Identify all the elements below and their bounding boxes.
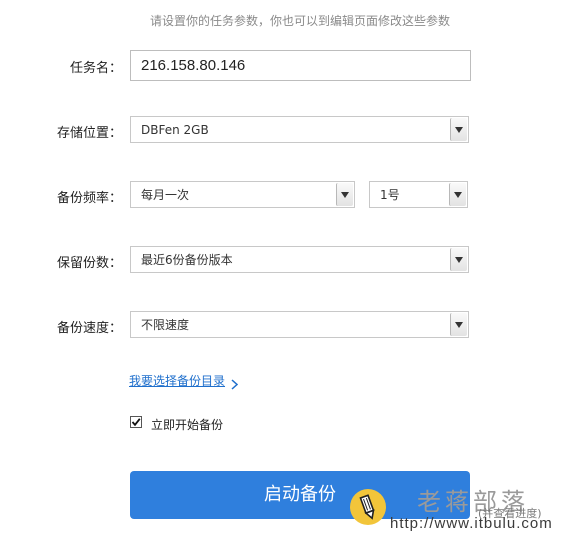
storage-select-value: DBFen 2GB — [141, 123, 209, 137]
speed-select[interactable]: 不限速度 — [130, 311, 469, 338]
start-now-label: 立即开始备份 — [151, 418, 224, 432]
frequency-period-value: 每月一次 — [141, 188, 190, 202]
storage-label: 存储位置： — [56, 126, 122, 141]
task-name-input[interactable] — [130, 50, 471, 81]
start-now-checkbox[interactable] — [130, 416, 142, 428]
dropdown-arrow-icon[interactable] — [450, 118, 467, 141]
retention-select-value: 最近6份备份版本 — [141, 253, 233, 267]
dropdown-arrow-icon[interactable] — [450, 313, 467, 336]
speed-select-value: 不限速度 — [141, 318, 190, 332]
retention-select[interactable]: 最近6份备份版本 — [130, 246, 469, 273]
pencil-badge-icon — [350, 489, 386, 525]
retention-label: 保留份数： — [56, 256, 122, 271]
watermark-url: http://www.itbulu.com — [390, 515, 553, 532]
frequency-day-select[interactable]: 1号 — [369, 181, 468, 208]
chevron-right-icon[interactable] — [231, 375, 239, 394]
checkmark-icon — [131, 418, 141, 427]
choose-backup-dir-link[interactable]: 我要选择备份目录 — [129, 372, 225, 389]
dropdown-arrow-icon[interactable] — [449, 183, 466, 206]
frequency-day-value: 1号 — [380, 188, 400, 202]
task-name-label: 任务名： — [69, 61, 122, 76]
dropdown-arrow-icon[interactable] — [450, 248, 467, 271]
frequency-label: 备份频率： — [56, 191, 122, 206]
frequency-period-select[interactable]: 每月一次 — [130, 181, 355, 208]
form-hint: 请设置你的任务参数，你也可以到编辑页面修改这些参数 — [149, 14, 450, 28]
storage-select[interactable]: DBFen 2GB — [130, 116, 469, 143]
dropdown-arrow-icon[interactable] — [336, 183, 353, 206]
speed-label: 备份速度： — [56, 321, 122, 336]
